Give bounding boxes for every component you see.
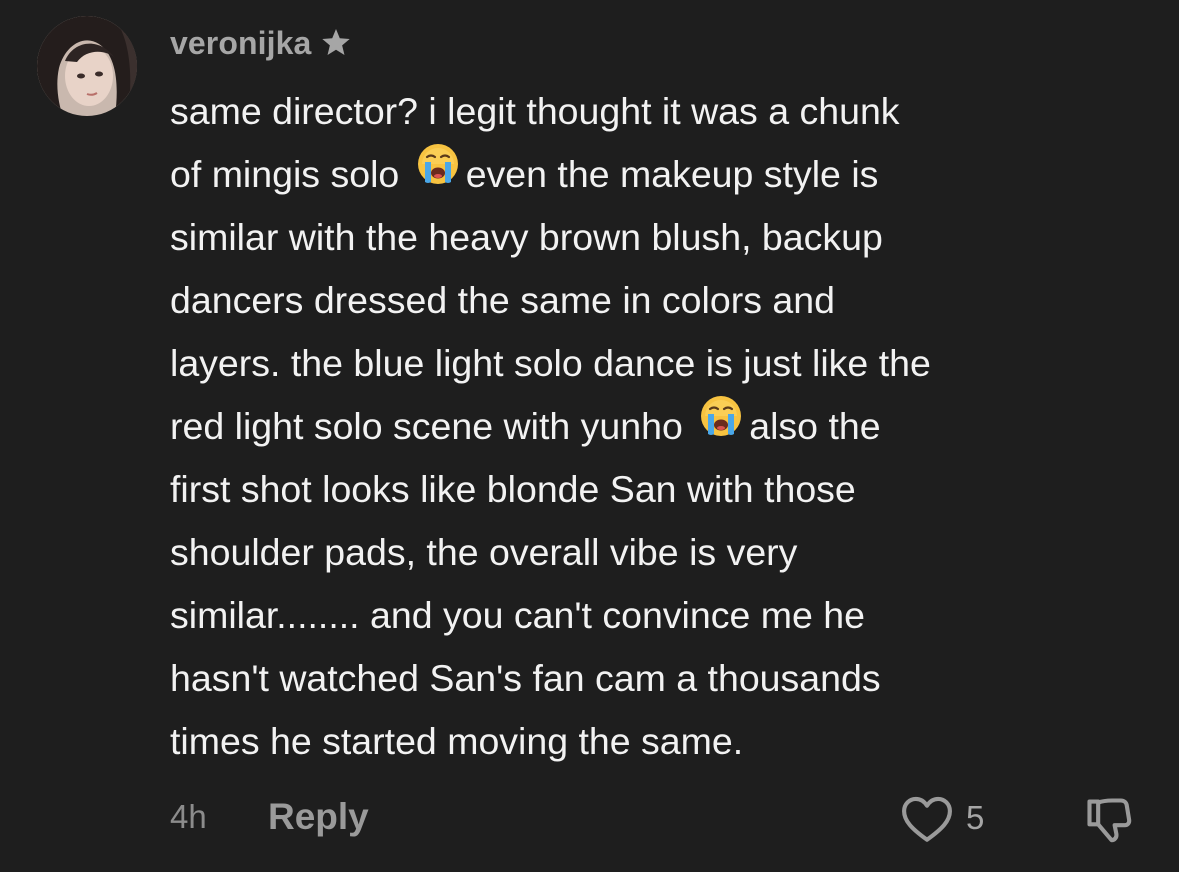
comment-line: red light solo scene with yunho also the [170,395,1160,458]
comment-line-text: of mingis solo [170,153,410,195]
comment-line-text: similar with the heavy brown blush, back… [170,216,883,258]
comment-line-text: dancers dressed the same in colors and [170,279,835,321]
loudly-crying-face-emoji-icon [416,142,460,205]
comment-line-text: same director? i legit thought it was a … [170,90,900,132]
comment-text: same director? i legit thought it was a … [170,80,1160,773]
comment-line: times he started moving the same. [170,710,1160,773]
thumbs-down-icon[interactable] [1083,794,1135,851]
star-icon [320,28,352,58]
comment-line-text: shoulder pads, the overall vibe is very [170,531,798,573]
avatar[interactable] [37,16,137,116]
comment-line-text: red light solo scene with yunho [170,405,694,447]
comment-line-text: even the makeup style is [465,153,879,195]
like-count: 5 [966,799,985,836]
reply-button[interactable]: Reply [268,796,369,838]
comment-line-text: hasn't watched San's fan cam a thousands [170,657,881,699]
comment-footer: 4h Reply 5 [0,790,1179,850]
heart-outline-icon[interactable] [900,795,954,848]
comment-line: similar........ and you can't convince m… [170,584,1160,647]
comment-line: same director? i legit thought it was a … [170,80,1160,143]
timestamp: 4h [170,798,207,835]
comment-line-text: first shot looks like blonde San with th… [170,468,856,510]
comment-line-text: layers. the blue light solo dance is jus… [170,342,931,384]
comment-line-text: similar........ and you can't convince m… [170,594,865,636]
comment-line: shoulder pads, the overall vibe is very [170,521,1160,584]
avatar-photo [37,16,137,116]
comment-line: first shot looks like blonde San with th… [170,458,1160,521]
username[interactable]: veronijka [170,25,311,62]
comment-line-text: also the [749,405,881,447]
comment-line: of mingis solo even the makeup style is [170,143,1160,206]
loudly-crying-face-emoji-icon [699,394,743,457]
comment-line-text: times he started moving the same. [170,720,744,762]
comment-header: veronijka [170,21,352,65]
comment-line: hasn't watched San's fan cam a thousands [170,647,1160,710]
comment-line: dancers dressed the same in colors and [170,269,1160,332]
comment-line: layers. the blue light solo dance is jus… [170,332,1160,395]
comment-line: similar with the heavy brown blush, back… [170,206,1160,269]
